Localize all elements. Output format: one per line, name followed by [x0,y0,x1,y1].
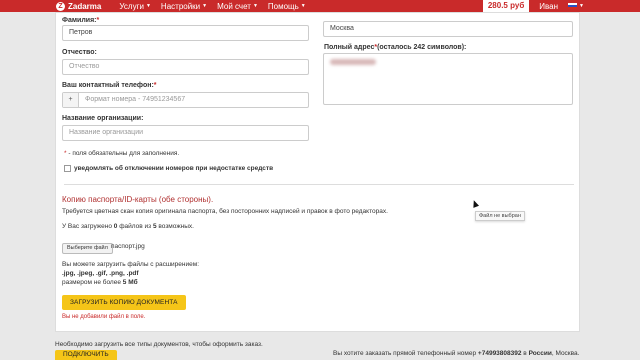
chevron-down-icon: ▼ [145,3,151,9]
footer-requirement-note: Необходимо загрузить все типы документов… [55,341,263,348]
connect-button[interactable]: ПОДКЛЮЧИТЬ [55,350,117,360]
redacted-address [330,59,376,65]
russia-flag-icon [568,3,578,9]
passport-requirement: Требуется цветная скан копия оригинала п… [62,208,388,215]
surname-input[interactable]: Петров [62,25,309,41]
patronymic-label: Отчество: [62,49,97,56]
required-note: * - поля обязательны для заполнения. [64,150,180,157]
document-form-card: Фамилия:* Петров Отчество: Отчество Ваш … [55,12,580,332]
passport-section-title: Копию паспорта/ID-карты (обе стороны). [62,195,214,204]
logo-text: Zadarma [68,1,102,11]
upload-error-message: Вы не добавили файл в поле. [62,314,146,320]
formats-intro: Вы можете загрузить файлы с расширением: [62,261,200,268]
menu-item-settings[interactable]: Настройки ▼ [161,2,207,11]
notify-checkbox[interactable] [64,165,71,172]
address-textarea[interactable] [323,53,573,105]
balance-badge[interactable]: 280.5 руб [482,0,530,12]
zadarma-logo[interactable]: Z Zadarma [56,1,102,11]
order-summary: Вы хотите заказать прямой телефонный ном… [333,350,580,357]
choose-file-button[interactable]: Выберите файл [62,243,113,254]
patronymic-input[interactable]: Отчество [62,59,309,75]
organization-input[interactable]: Название организации [62,125,309,141]
menu-item-account[interactable]: Мой счет ▼ [217,2,258,11]
user-menu[interactable]: Иван [539,2,558,11]
logo-icon: Z [56,1,65,11]
language-selector[interactable]: ▼ [568,3,584,9]
top-navbar: Z Zadarma Услуги ▼ Настройки ▼ Мой счет ▼ П… [0,0,640,12]
city-input[interactable]: Москва [323,21,573,37]
menu-item-services[interactable]: Услуги ▼ [119,2,151,11]
chevron-down-icon: ▼ [252,3,258,9]
main-menu: Услуги ▼ Настройки ▼ Мой счет ▼ Помощь ▼ [119,2,315,11]
phone-label: Ваш контактный телефон:* [62,82,157,89]
allowed-formats: .jpg, .jpeg, .gif, .png, .pdf [62,270,139,277]
upload-document-button[interactable]: ЗАГРУЗИТЬ КОПИЮ ДОКУМЕНТА [62,295,186,310]
phone-input[interactable]: + Формат номера - 74951234567 [62,92,309,108]
surname-label: Фамилия:* [62,17,100,24]
file-tooltip: Файл не выбран [475,211,525,221]
notify-label: уведомлять об отключении номеров при нед… [74,165,274,172]
phone-prefix: + [63,93,79,107]
menu-item-help[interactable]: Помощь ▼ [268,2,306,11]
selected-file-name: паспорт.jpg [111,243,145,250]
address-label: Полный адрес*(осталось 242 символов): [324,44,467,51]
chevron-down-icon: ▼ [202,3,208,9]
upload-count: У Вас загружено 0 файлов из 5 возможных. [62,223,194,230]
organization-label: Название организации: [62,115,144,122]
section-divider [64,184,574,185]
chevron-down-icon: ▼ [579,3,584,9]
max-size-note: размером не более 5 Мб [62,279,138,286]
chevron-down-icon: ▼ [300,3,306,9]
